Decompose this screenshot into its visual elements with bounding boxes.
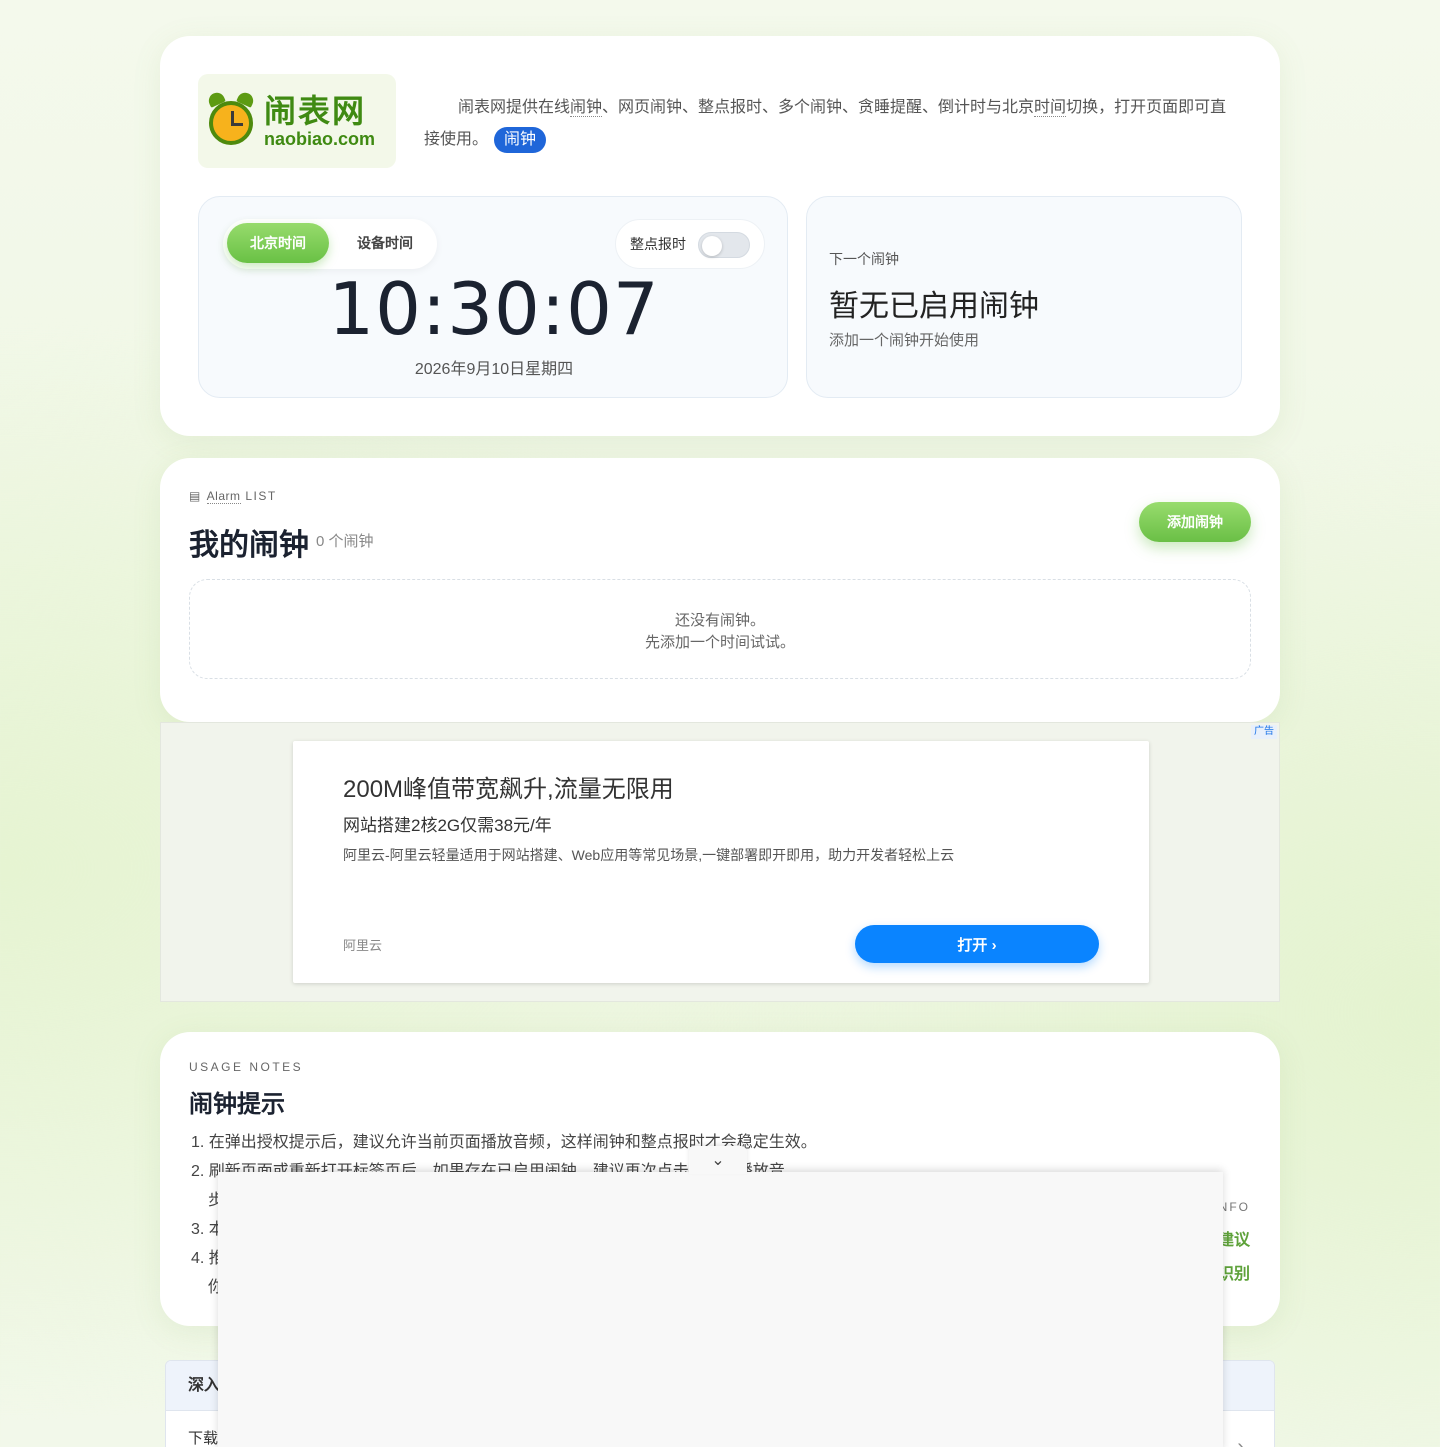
next-alarm-panel: 下一个闹钟 暂无已启用闹钟 添加一个闹钟开始使用 — [806, 196, 1242, 398]
ad-headline[interactable]: 200M峰值带宽飙升,流量无限用 — [343, 769, 674, 804]
next-alarm-sub: 添加一个闹钟开始使用 — [829, 332, 980, 349]
tab-beijing-time[interactable]: 北京时间 — [227, 223, 329, 263]
faq-row-label: 下载 — [188, 1430, 219, 1447]
site-intro: 闹表网提供在线闹钟、网页闹钟、整点报时、多个闹钟、贪睡提醒、倒计时与北京时间切换… — [424, 92, 1234, 156]
intro-link-clock[interactable]: 闹钟 — [570, 99, 603, 117]
hero-card: 闹表网 naobiao.com 闹表网提供在线闹钟、网页闹钟、整点报时、多个闹钟… — [160, 36, 1280, 436]
hourly-chime-switch[interactable] — [698, 232, 750, 258]
time-source-toggle: 北京时间 设备时间 — [223, 219, 437, 269]
tab-device-time[interactable]: 设备时间 — [339, 223, 431, 263]
chevron-down-icon: ⌄ — [711, 1152, 725, 1169]
add-alarm-button[interactable]: 添加闹钟 — [1139, 502, 1251, 542]
notes-title: 闹钟提示 — [189, 1091, 285, 1118]
next-alarm-label: 下一个闹钟 — [829, 251, 899, 267]
list-icon: ▤ — [189, 489, 207, 503]
alarm-list-eyebrow: ▤ Alarm LIST — [189, 489, 277, 504]
ad-brand: 阿里云 — [343, 938, 383, 953]
chevron-right-icon: › — [1237, 1436, 1244, 1447]
hourly-chime-label: 整点报时 — [630, 236, 686, 252]
alarm-list-title: 我的闹钟 — [189, 529, 309, 562]
next-alarm-title: 暂无已启用闹钟 — [829, 290, 1039, 323]
empty-alarm-state: 还没有闹钟。 先添加一个时间试试。 — [189, 579, 1251, 679]
alarm-count: 0 个闹钟 — [316, 533, 374, 550]
intro-link-time[interactable]: 时间 — [1034, 99, 1067, 117]
hourly-chime-control[interactable]: 整点报时 — [615, 219, 765, 269]
notes-info-label: NFO — [1218, 1200, 1250, 1214]
ad-description: 阿里云-阿里云轻量适用于网站搭建、Web应用等常见场景,一键部署即开即用，助力开… — [343, 847, 955, 863]
time-panel: 北京时间 设备时间 整点报时 10:30:07 2026年9月10日星期四 — [198, 196, 788, 398]
empty-line-2: 先添加一个时间试试。 — [644, 634, 795, 651]
ad-banner: 广告 200M峰值带宽飙升,流量无限用 网站搭建2核2G仅需38元/年 阿里云-… — [160, 722, 1280, 1002]
current-time: 10:30:07 — [328, 267, 660, 351]
ad-open-button[interactable]: 打开 › — [855, 925, 1099, 963]
logo-en-text: naobiao.com — [264, 129, 376, 149]
alarm-list-card: ▤ Alarm LIST 我的闹钟 0 个闹钟 添加闹钟 还没有闹钟。 先添加一… — [160, 458, 1280, 722]
ad-subhead: 网站搭建2核2G仅需38元/年 — [343, 816, 552, 835]
collapse-overlay-button[interactable]: ⌄ — [689, 1146, 747, 1174]
ad-card[interactable]: 200M峰值带宽飙升,流量无限用 网站搭建2核2G仅需38元/年 阿里云-阿里云… — [293, 741, 1149, 983]
sticky-overlay: ⌄ — [218, 1146, 1223, 1447]
ad-label[interactable]: 广告 — [1251, 725, 1277, 739]
clock-badge[interactable]: 闹钟 — [494, 127, 547, 153]
empty-line-1: 还没有闹钟。 — [674, 612, 765, 629]
current-date: 2026年9月10日星期四 — [414, 361, 574, 378]
notes-eyebrow: USAGE NOTES — [189, 1060, 304, 1074]
alarm-clock-icon — [206, 90, 256, 149]
site-logo[interactable]: 闹表网 naobiao.com — [198, 74, 396, 168]
logo-cn-text: 闹表网 — [264, 93, 367, 129]
